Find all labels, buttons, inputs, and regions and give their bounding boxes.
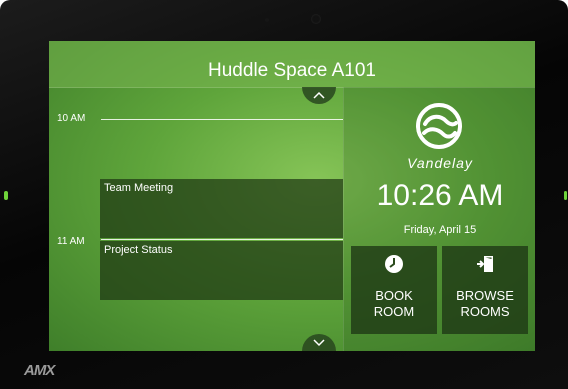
browse-rooms-label: BROWSE ROOMS: [456, 288, 514, 319]
current-date: Friday, April 15: [403, 224, 477, 236]
door-enter-icon: [477, 256, 493, 272]
event-team-meeting[interactable]: Team Meeting: [100, 179, 343, 238]
brand-name: Vandelay: [407, 155, 473, 171]
status-led-left: [4, 191, 8, 200]
vandelay-logo-icon: [416, 103, 462, 149]
device-brand-logo: AMX: [24, 362, 55, 379]
room-title: Huddle Space A101: [208, 60, 376, 81]
time-line-10am: [101, 119, 343, 120]
current-time: 10:26 AM: [376, 179, 504, 212]
browse-rooms-button[interactable]: BROWSE ROOMS: [442, 246, 528, 334]
time-line-11am: [101, 239, 343, 240]
device-bezel: AMX Huddle Space A101 10 AM Team Meeting…: [0, 0, 568, 389]
chevron-up-icon: [313, 91, 325, 99]
event-title: Team Meeting: [104, 182, 174, 194]
title-bar: Huddle Space A101: [49, 41, 535, 88]
book-room-label: BOOK ROOM: [373, 288, 415, 319]
room-info-panel: Vandelay 10:26 AM Friday, April 15 BOOK …: [343, 87, 535, 351]
time-label-11am: 11 AM: [57, 236, 85, 247]
book-room-button[interactable]: BOOK ROOM: [351, 246, 437, 334]
status-led-right: [564, 191, 567, 200]
time-label-10am: 10 AM: [57, 113, 86, 124]
camera: [311, 14, 321, 24]
chevron-down-icon: [313, 339, 325, 347]
touch-screen: Huddle Space A101 10 AM Team Meeting 11 …: [49, 41, 535, 351]
event-title: Project Status: [104, 244, 173, 256]
clock-icon: [385, 255, 403, 273]
light-sensor: [265, 18, 269, 22]
calendar-panel[interactable]: 10 AM Team Meeting 11 AM Project Status: [49, 87, 343, 351]
event-project-status[interactable]: Project Status: [100, 241, 343, 300]
